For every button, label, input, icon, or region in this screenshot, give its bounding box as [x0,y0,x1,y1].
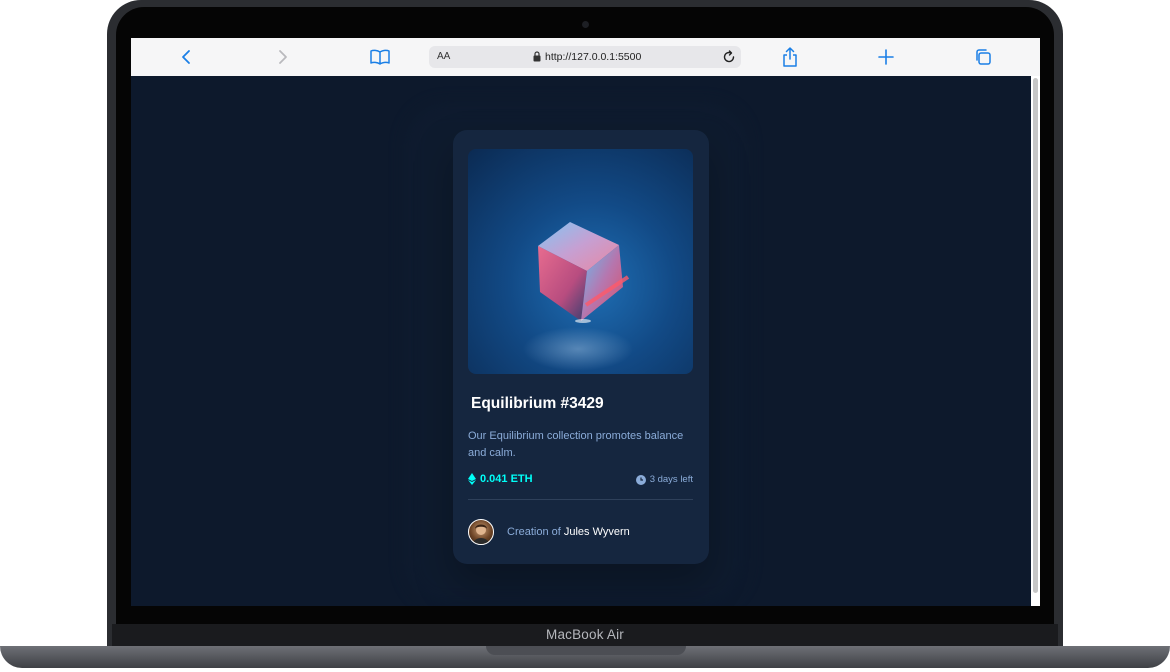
page-viewport: Equilibrium #3429 Our Equilibrium collec… [131,76,1031,606]
camera [582,21,589,28]
reload-icon[interactable] [721,49,737,65]
laptop-screen: AA http://127.0.0.1:5500 Equilibrium #34… [131,38,1040,606]
creator-line: Creation of Jules Wyvern [507,526,630,538]
opening-notch [486,646,686,655]
nft-price: 0.041 ETH [480,473,533,485]
forward-icon[interactable] [271,45,295,69]
lock-icon [533,51,541,62]
creator-prefix: Creation of [507,526,561,538]
bookmarks-icon[interactable] [368,45,392,69]
new-tab-icon[interactable] [874,45,898,69]
share-icon[interactable] [778,45,802,69]
scrollbar[interactable] [1031,76,1040,606]
scroll-thumb[interactable] [1033,78,1038,593]
nft-title[interactable]: Equilibrium #3429 [471,395,604,413]
time-left: 3 days left [649,474,693,485]
time-group: 3 days left [635,474,693,485]
tabs-icon[interactable] [971,45,995,69]
card-divider [468,499,693,500]
browser-toolbar: AA http://127.0.0.1:5500 [131,38,1040,77]
back-icon[interactable] [174,45,198,69]
price-group: 0.041 ETH [468,473,533,485]
cube-illustration [523,222,633,371]
nft-description: Our Equilibrium collection promotes bala… [468,430,684,459]
model-label: MacBook Air [546,627,624,642]
creator-name[interactable]: Jules Wyvern [564,526,630,538]
clock-icon [635,474,646,485]
creator-avatar [468,519,494,545]
address-bar[interactable]: AA http://127.0.0.1:5500 [429,46,741,68]
ethereum-icon [468,473,476,485]
nft-card: Equilibrium #3429 Our Equilibrium collec… [453,130,709,564]
equilibrium-image[interactable] [468,149,693,374]
url-text: http://127.0.0.1:5500 [545,51,642,63]
text-size-button[interactable]: AA [437,51,450,62]
